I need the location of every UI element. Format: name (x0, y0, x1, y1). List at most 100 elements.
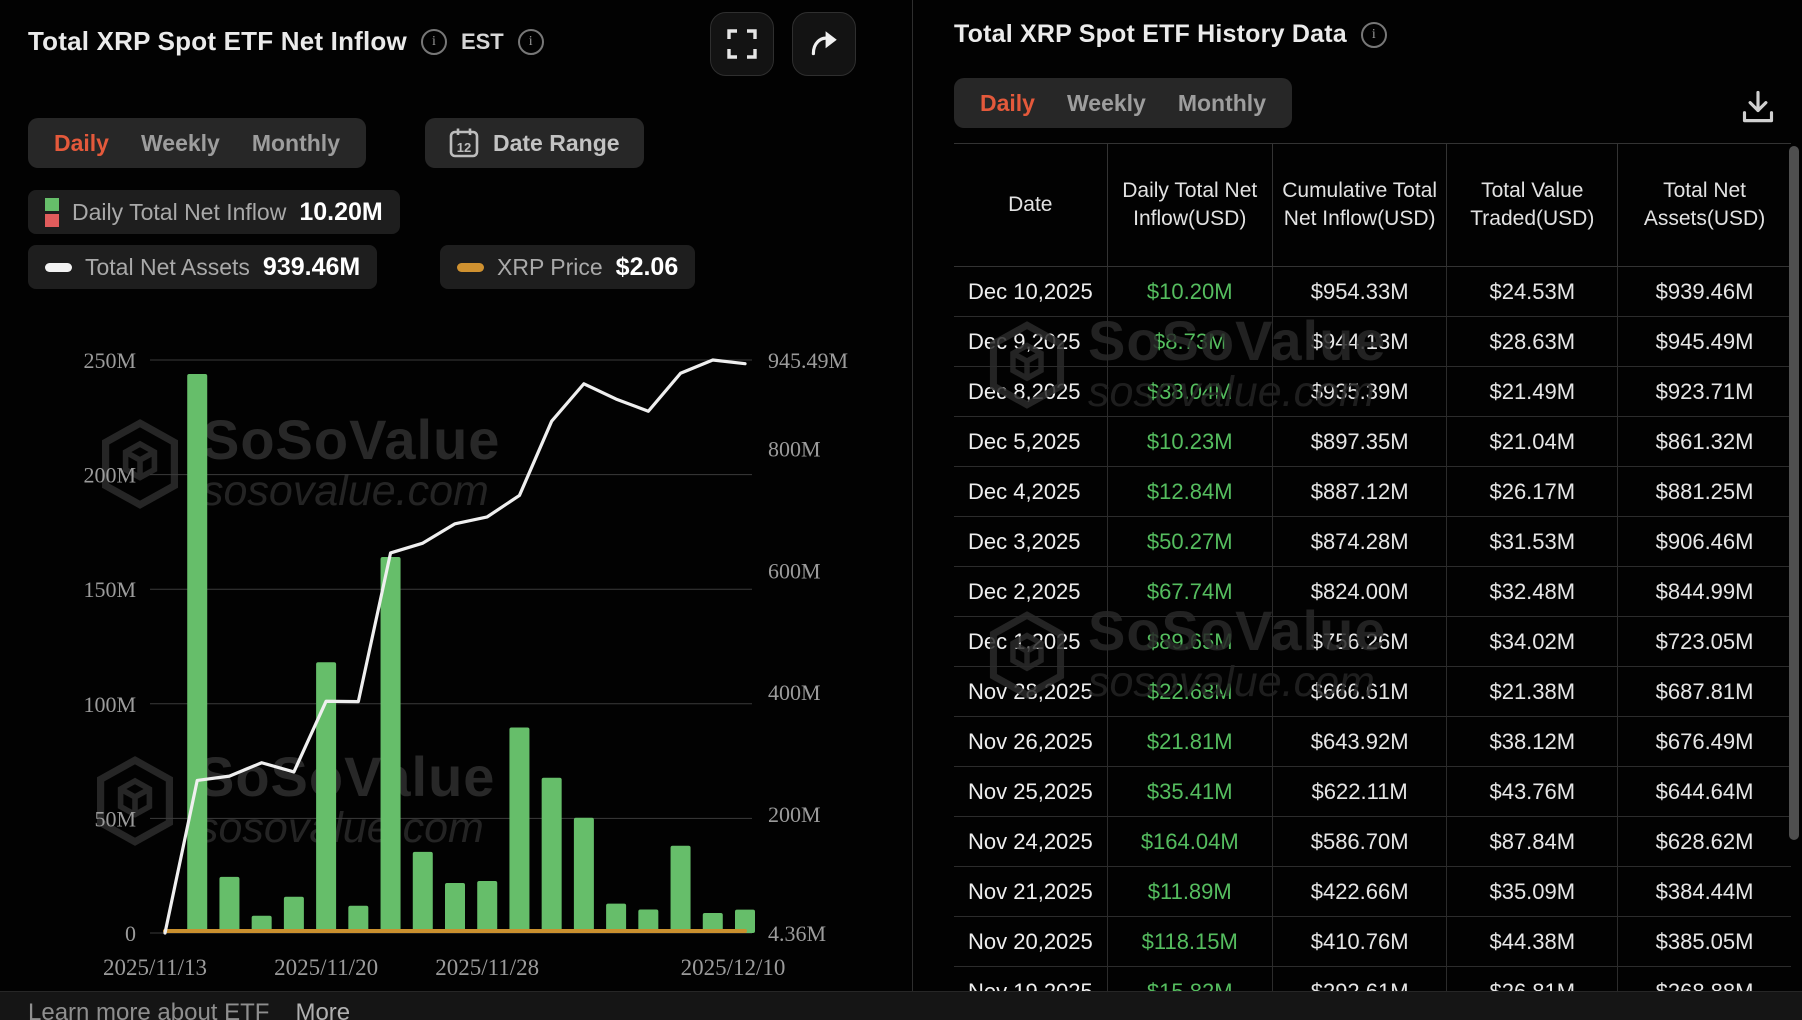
svg-text:4.36M: 4.36M (768, 921, 826, 946)
tab-daily[interactable]: Daily (980, 90, 1035, 117)
cell-value: $422.66M (1272, 867, 1447, 917)
left-header: Total XRP Spot ETF Net Inflow i EST i (28, 26, 544, 57)
cell-value: $628.62M (1618, 817, 1791, 867)
cell-value: $723.05M (1618, 617, 1791, 667)
legend-value: 10.20M (299, 198, 382, 227)
cell-value: $38.12M (1447, 717, 1618, 767)
cell-value: $676.49M (1618, 717, 1791, 767)
cell-value: $21.38M (1447, 667, 1618, 717)
column-header: Total Value Traded(USD) (1447, 144, 1618, 267)
legend-value: 939.46M (263, 253, 360, 282)
cell-date: Nov 28,2025 (954, 667, 1107, 717)
cell-value: $939.46M (1618, 267, 1791, 317)
svg-text:2025/11/13: 2025/11/13 (103, 955, 207, 980)
table-row: Nov 21,2025$11.89M$422.66M$35.09M$384.44… (954, 867, 1791, 917)
table-row: Nov 28,2025$22.68M$666.61M$21.38M$687.81… (954, 667, 1791, 717)
cell-date: Dec 2,2025 (954, 567, 1107, 617)
table-row: Dec 4,2025$12.84M$887.12M$26.17M$881.25M (954, 467, 1791, 517)
column-header: Daily Total Net Inflow(USD) (1107, 144, 1272, 267)
net-inflow-panel: Total XRP Spot ETF Net Inflow i EST i Da… (0, 0, 912, 992)
cell-value: $32.48M (1447, 567, 1618, 617)
column-header: Total Net Assets(USD) (1618, 144, 1791, 267)
legend-label: XRP Price (497, 254, 603, 281)
cell-value: $67.74M (1107, 567, 1272, 617)
svg-text:945.49M: 945.49M (768, 348, 848, 373)
cell-value: $643.92M (1272, 717, 1447, 767)
download-icon (1740, 88, 1776, 124)
svg-text:0: 0 (125, 921, 136, 946)
svg-text:2025/11/20: 2025/11/20 (274, 955, 378, 980)
date-range-button[interactable]: 12 Date Range (425, 118, 644, 168)
cell-value: $644.64M (1618, 767, 1791, 817)
table-row: Dec 1,2025$89.65M$756.26M$34.02M$723.05M (954, 617, 1791, 667)
tab-monthly[interactable]: Monthly (252, 130, 340, 157)
cell-value: $923.71M (1618, 367, 1791, 417)
cell-value: $410.76M (1272, 917, 1447, 967)
history-title: Total XRP Spot ETF History Data (954, 20, 1347, 49)
legend-label: Daily Total Net Inflow (72, 199, 286, 226)
cell-date: Dec 9,2025 (954, 317, 1107, 367)
cell-value: $945.49M (1618, 317, 1791, 367)
fullscreen-button[interactable] (710, 12, 774, 76)
info-icon[interactable]: i (421, 29, 447, 55)
table-row: Nov 20,2025$118.15M$410.76M$44.38M$385.0… (954, 917, 1791, 967)
fullscreen-icon (727, 29, 757, 59)
cell-value: $21.04M (1447, 417, 1618, 467)
share-icon (807, 27, 841, 61)
cell-value: $164.04M (1107, 817, 1272, 867)
legend-daily-net-inflow[interactable]: Daily Total Net Inflow 10.20M (28, 190, 400, 234)
learn-more-link[interactable]: Learn more about ETF (28, 999, 269, 1020)
info-icon[interactable]: i (1361, 22, 1387, 48)
share-button[interactable] (792, 12, 856, 76)
cell-date: Dec 5,2025 (954, 417, 1107, 467)
cell-value: $26.17M (1447, 467, 1618, 517)
cell-value: $881.25M (1618, 467, 1791, 517)
cell-date: Dec 8,2025 (954, 367, 1107, 417)
info-icon[interactable]: i (518, 29, 544, 55)
cell-value: $666.61M (1272, 667, 1447, 717)
tab-weekly[interactable]: Weekly (1067, 90, 1146, 117)
tab-weekly[interactable]: Weekly (141, 130, 220, 157)
svg-text:12: 12 (457, 140, 471, 155)
cell-value: $38.04M (1107, 367, 1272, 417)
cell-date: Nov 25,2025 (954, 767, 1107, 817)
cell-value: $50.27M (1107, 517, 1272, 567)
cell-value: $897.35M (1272, 417, 1447, 467)
cell-date: Dec 1,2025 (954, 617, 1107, 667)
cell-value: $35.41M (1107, 767, 1272, 817)
cell-value: $844.99M (1618, 567, 1791, 617)
cell-value: $22.68M (1107, 667, 1272, 717)
etf-flow-chart: SoSoValue sosovalue.com SoSoValue sosova… (0, 320, 912, 992)
table-row: Dec 9,2025$8.73M$944.13M$28.63M$945.49M (954, 317, 1791, 367)
table-row: Dec 3,2025$50.27M$874.28M$31.53M$906.46M (954, 517, 1791, 567)
more-link[interactable]: More (295, 999, 350, 1020)
tab-monthly[interactable]: Monthly (1178, 90, 1266, 117)
cell-value: $887.12M (1272, 467, 1447, 517)
table-row: Nov 25,2025$35.41M$622.11M$43.76M$644.64… (954, 767, 1791, 817)
page-title: Total XRP Spot ETF Net Inflow (28, 26, 407, 57)
cell-value: $21.81M (1107, 717, 1272, 767)
legend-total-net-assets[interactable]: Total Net Assets 939.46M (28, 245, 377, 289)
cell-value: $906.46M (1618, 517, 1791, 567)
cell-value: $10.20M (1107, 267, 1272, 317)
history-table-container: DateDaily Total Net Inflow(USD)Cumulativ… (954, 143, 1791, 1020)
table-row: Dec 2,2025$67.74M$824.00M$32.48M$844.99M (954, 567, 1791, 617)
svg-text:400M: 400M (768, 680, 821, 705)
cell-date: Nov 24,2025 (954, 817, 1107, 867)
cell-value: $28.63M (1447, 317, 1618, 367)
legend-xrp-price[interactable]: XRP Price $2.06 (440, 245, 695, 289)
cell-value: $935.39M (1272, 367, 1447, 417)
tab-daily[interactable]: Daily (54, 130, 109, 157)
cell-value: $944.13M (1272, 317, 1447, 367)
cell-value: $34.02M (1447, 617, 1618, 667)
chart-canvas[interactable]: 050M100M150M200M250M945.49M800M600M400M2… (0, 320, 912, 992)
table-scrollbar[interactable] (1789, 146, 1799, 840)
cell-date: Dec 3,2025 (954, 517, 1107, 567)
download-button[interactable] (1740, 88, 1776, 129)
cell-date: Nov 26,2025 (954, 717, 1107, 767)
cell-value: $384.44M (1618, 867, 1791, 917)
table-row: Dec 10,2025$10.20M$954.33M$24.53M$939.46… (954, 267, 1791, 317)
cell-value: $385.05M (1618, 917, 1791, 967)
cell-date: Nov 20,2025 (954, 917, 1107, 967)
svg-text:50M: 50M (94, 806, 136, 831)
